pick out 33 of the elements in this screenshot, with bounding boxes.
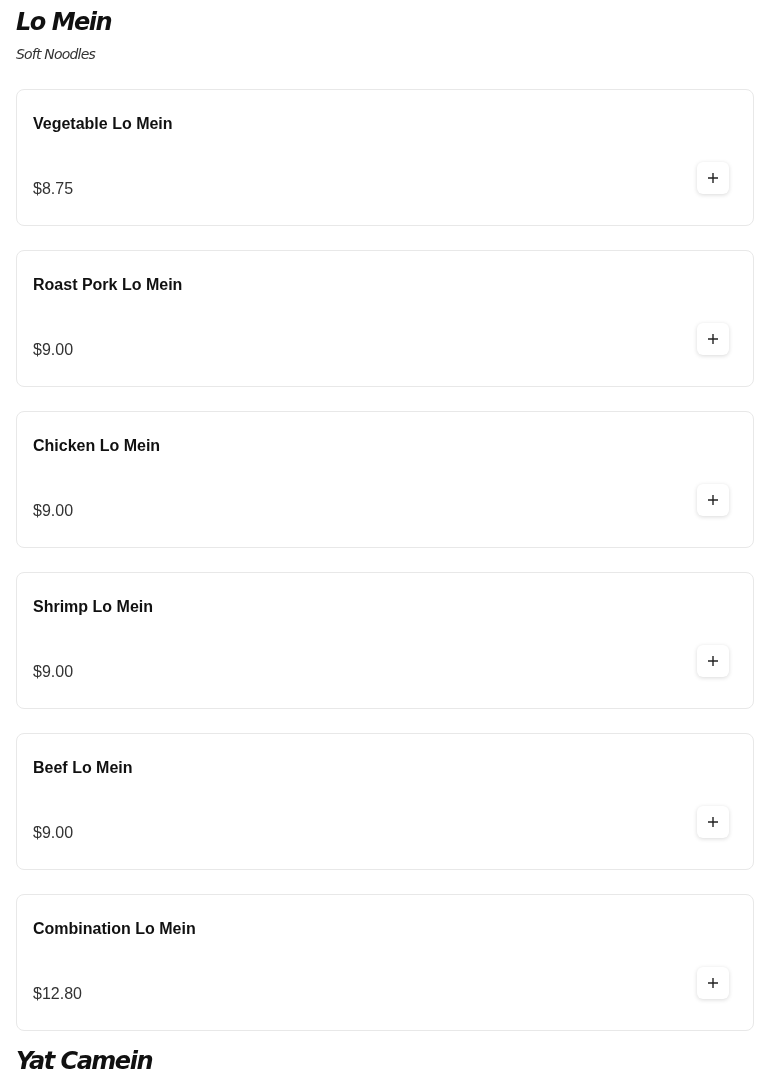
item-name: Beef Lo Mein — [33, 758, 133, 778]
item-price: $9.00 — [33, 501, 74, 521]
menu-item-card[interactable]: Shrimp Lo Mein $9.00 — [16, 572, 754, 709]
section-title: Lo Mein — [16, 8, 112, 36]
add-button[interactable] — [697, 162, 729, 194]
item-name: Chicken Lo Mein — [33, 436, 161, 456]
section-title: Yat Camein — [16, 1047, 152, 1075]
menu-item-card[interactable]: Roast Pork Lo Mein $9.00 — [16, 250, 754, 387]
menu-item-card[interactable]: Beef Lo Mein $9.00 — [16, 733, 754, 870]
plus-icon — [707, 655, 719, 667]
plus-icon — [707, 494, 719, 506]
item-price: $9.00 — [33, 662, 74, 682]
add-button[interactable] — [697, 967, 729, 999]
menu-item-card[interactable]: Vegetable Lo Mein $8.75 — [16, 89, 754, 226]
item-name: Vegetable Lo Mein — [33, 114, 173, 134]
add-button[interactable] — [697, 645, 729, 677]
item-price: $9.00 — [33, 823, 74, 843]
item-price: $8.75 — [33, 179, 74, 199]
plus-icon — [707, 816, 719, 828]
add-button[interactable] — [697, 806, 729, 838]
item-price: $9.00 — [33, 340, 74, 360]
item-name: Combination Lo Mein — [33, 919, 196, 939]
plus-icon — [707, 977, 719, 989]
plus-icon — [707, 172, 719, 184]
item-name: Roast Pork Lo Mein — [33, 275, 183, 295]
item-name: Shrimp Lo Mein — [33, 597, 153, 617]
menu-item-card[interactable]: Combination Lo Mein $12.80 — [16, 894, 754, 1031]
section-subtitle: Soft Noodles — [16, 45, 95, 64]
menu-item-card[interactable]: Chicken Lo Mein $9.00 — [16, 411, 754, 548]
plus-icon — [707, 333, 719, 345]
add-button[interactable] — [697, 484, 729, 516]
item-price: $12.80 — [33, 984, 82, 1004]
add-button[interactable] — [697, 323, 729, 355]
